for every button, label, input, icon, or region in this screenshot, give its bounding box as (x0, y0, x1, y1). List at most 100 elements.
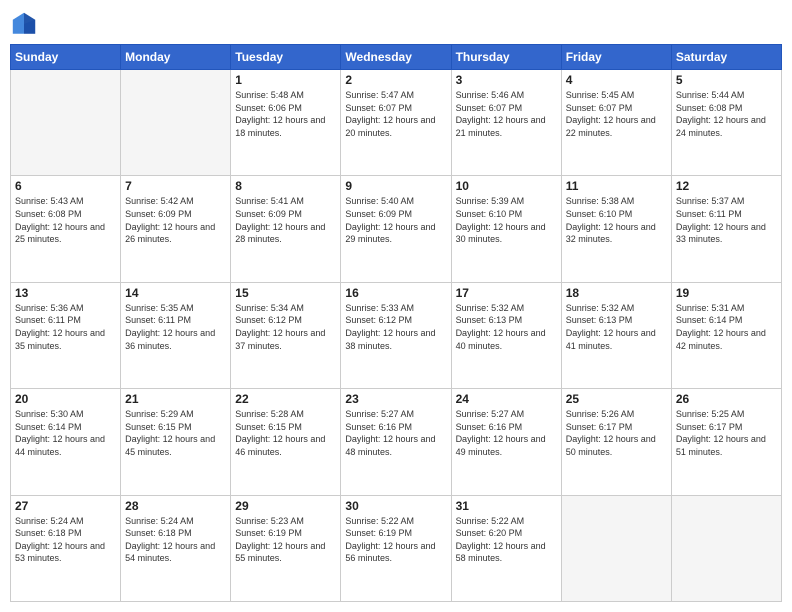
day-info: Sunrise: 5:22 AMSunset: 6:19 PMDaylight:… (345, 515, 446, 565)
calendar-week-1: 6 Sunrise: 5:43 AMSunset: 6:08 PMDaylight… (11, 176, 782, 282)
day-info: Sunrise: 5:27 AMSunset: 6:16 PMDaylight:… (456, 408, 557, 458)
logo (10, 10, 42, 38)
day-info: Sunrise: 5:46 AMSunset: 6:07 PMDaylight:… (456, 89, 557, 139)
day-number: 23 (345, 392, 446, 406)
day-number: 12 (676, 179, 777, 193)
day-number: 15 (235, 286, 336, 300)
day-number: 7 (125, 179, 226, 193)
day-number: 27 (15, 499, 116, 513)
day-number: 1 (235, 73, 336, 87)
calendar-cell: 21 Sunrise: 5:29 AMSunset: 6:15 PMDayligh… (121, 389, 231, 495)
day-header-thursday: Thursday (451, 45, 561, 70)
day-info: Sunrise: 5:23 AMSunset: 6:19 PMDaylight:… (235, 515, 336, 565)
day-info: Sunrise: 5:32 AMSunset: 6:13 PMDaylight:… (456, 302, 557, 352)
day-number: 24 (456, 392, 557, 406)
day-info: Sunrise: 5:39 AMSunset: 6:10 PMDaylight:… (456, 195, 557, 245)
day-number: 2 (345, 73, 446, 87)
day-number: 9 (345, 179, 446, 193)
day-info: Sunrise: 5:25 AMSunset: 6:17 PMDaylight:… (676, 408, 777, 458)
calendar-cell: 4Sunrise: 5:45 AMSunset: 6:07 PMDaylight… (561, 70, 671, 176)
day-info: Sunrise: 5:26 AMSunset: 6:17 PMDaylight:… (566, 408, 667, 458)
calendar-cell: 6 Sunrise: 5:43 AMSunset: 6:08 PMDaylight… (11, 176, 121, 282)
calendar-cell: 30 Sunrise: 5:22 AMSunset: 6:19 PMDayligh… (341, 495, 451, 601)
day-info: Sunrise: 5:24 AMSunset: 6:18 PMDaylight:… (125, 515, 226, 565)
day-info: Sunrise: 5:41 AMSunset: 6:09 PMDaylight:… (235, 195, 336, 245)
calendar-cell: 23 Sunrise: 5:27 AMSunset: 6:16 PMDayligh… (341, 389, 451, 495)
day-info: Sunrise: 5:28 AMSunset: 6:15 PMDaylight:… (235, 408, 336, 458)
calendar-cell: 1 Sunrise: 5:48 AMSunset: 6:06 PMDaylight… (231, 70, 341, 176)
calendar-cell: 9 Sunrise: 5:40 AMSunset: 6:09 PMDaylight… (341, 176, 451, 282)
calendar-cell: 20 Sunrise: 5:30 AMSunset: 6:14 PMDayligh… (11, 389, 121, 495)
header (10, 10, 782, 38)
day-number: 14 (125, 286, 226, 300)
day-number: 22 (235, 392, 336, 406)
day-info: Sunrise: 5:44 AMSunset: 6:08 PMDaylight:… (676, 89, 777, 139)
day-number: 3 (456, 73, 557, 87)
calendar-cell: 12 Sunrise: 5:37 AMSunset: 6:11 PMDayligh… (671, 176, 781, 282)
calendar-cell (11, 70, 121, 176)
calendar-cell: 16 Sunrise: 5:33 AMSunset: 6:12 PMDayligh… (341, 282, 451, 388)
day-info: Sunrise: 5:27 AMSunset: 6:16 PMDaylight:… (345, 408, 446, 458)
day-info: Sunrise: 5:38 AMSunset: 6:10 PMDaylight:… (566, 195, 667, 245)
day-number: 31 (456, 499, 557, 513)
calendar-cell: 8 Sunrise: 5:41 AMSunset: 6:09 PMDaylight… (231, 176, 341, 282)
day-number: 25 (566, 392, 667, 406)
day-number: 16 (345, 286, 446, 300)
day-header-monday: Monday (121, 45, 231, 70)
day-number: 5 (676, 73, 777, 87)
calendar-cell: 10 Sunrise: 5:39 AMSunset: 6:10 PMDayligh… (451, 176, 561, 282)
day-number: 29 (235, 499, 336, 513)
calendar-cell: 3 Sunrise: 5:46 AMSunset: 6:07 PMDaylight… (451, 70, 561, 176)
calendar-cell: 7 Sunrise: 5:42 AMSunset: 6:09 PMDaylight… (121, 176, 231, 282)
calendar-cell: 2Sunrise: 5:47 AMSunset: 6:07 PMDaylight… (341, 70, 451, 176)
day-number: 8 (235, 179, 336, 193)
day-info: Sunrise: 5:40 AMSunset: 6:09 PMDaylight:… (345, 195, 446, 245)
calendar: SundayMondayTuesdayWednesdayThursdayFrid… (10, 44, 782, 602)
day-header-tuesday: Tuesday (231, 45, 341, 70)
day-info: Sunrise: 5:37 AMSunset: 6:11 PMDaylight:… (676, 195, 777, 245)
day-info: Sunrise: 5:31 AMSunset: 6:14 PMDaylight:… (676, 302, 777, 352)
day-info: Sunrise: 5:32 AMSunset: 6:13 PMDaylight:… (566, 302, 667, 352)
calendar-cell: 18Sunrise: 5:32 AMSunset: 6:13 PMDayligh… (561, 282, 671, 388)
calendar-week-0: 1 Sunrise: 5:48 AMSunset: 6:06 PMDaylight… (11, 70, 782, 176)
day-number: 17 (456, 286, 557, 300)
day-info: Sunrise: 5:22 AMSunset: 6:20 PMDaylight:… (456, 515, 557, 565)
day-number: 28 (125, 499, 226, 513)
day-number: 30 (345, 499, 446, 513)
calendar-week-4: 27 Sunrise: 5:24 AMSunset: 6:18 PMDayligh… (11, 495, 782, 601)
day-number: 6 (15, 179, 116, 193)
day-info: Sunrise: 5:30 AMSunset: 6:14 PMDaylight:… (15, 408, 116, 458)
day-info: Sunrise: 5:33 AMSunset: 6:12 PMDaylight:… (345, 302, 446, 352)
day-number: 20 (15, 392, 116, 406)
day-number: 13 (15, 286, 116, 300)
day-info: Sunrise: 5:42 AMSunset: 6:09 PMDaylight:… (125, 195, 226, 245)
calendar-cell: 11 Sunrise: 5:38 AMSunset: 6:10 PMDayligh… (561, 176, 671, 282)
day-info: Sunrise: 5:29 AMSunset: 6:15 PMDaylight:… (125, 408, 226, 458)
day-number: 19 (676, 286, 777, 300)
calendar-cell: 25 Sunrise: 5:26 AMSunset: 6:17 PMDayligh… (561, 389, 671, 495)
day-number: 11 (566, 179, 667, 193)
day-number: 10 (456, 179, 557, 193)
calendar-cell: 5 Sunrise: 5:44 AMSunset: 6:08 PMDaylight… (671, 70, 781, 176)
calendar-cell: 14Sunrise: 5:35 AMSunset: 6:11 PMDayligh… (121, 282, 231, 388)
calendar-cell: 29 Sunrise: 5:23 AMSunset: 6:19 PMDayligh… (231, 495, 341, 601)
day-number: 4 (566, 73, 667, 87)
calendar-cell: 15 Sunrise: 5:34 AMSunset: 6:12 PMDayligh… (231, 282, 341, 388)
page: SundayMondayTuesdayWednesdayThursdayFrid… (0, 0, 792, 612)
day-number: 26 (676, 392, 777, 406)
calendar-cell (121, 70, 231, 176)
day-header-wednesday: Wednesday (341, 45, 451, 70)
day-header-friday: Friday (561, 45, 671, 70)
day-number: 21 (125, 392, 226, 406)
day-info: Sunrise: 5:43 AMSunset: 6:08 PMDaylight:… (15, 195, 116, 245)
day-header-sunday: Sunday (11, 45, 121, 70)
day-info: Sunrise: 5:36 AMSunset: 6:11 PMDaylight:… (15, 302, 116, 352)
calendar-cell (561, 495, 671, 601)
calendar-week-3: 20 Sunrise: 5:30 AMSunset: 6:14 PMDayligh… (11, 389, 782, 495)
calendar-cell: 13 Sunrise: 5:36 AMSunset: 6:11 PMDayligh… (11, 282, 121, 388)
calendar-week-2: 13 Sunrise: 5:36 AMSunset: 6:11 PMDayligh… (11, 282, 782, 388)
day-info: Sunrise: 5:34 AMSunset: 6:12 PMDaylight:… (235, 302, 336, 352)
day-info: Sunrise: 5:48 AMSunset: 6:06 PMDaylight:… (235, 89, 336, 139)
calendar-cell: 19 Sunrise: 5:31 AMSunset: 6:14 PMDayligh… (671, 282, 781, 388)
logo-icon (10, 10, 38, 38)
